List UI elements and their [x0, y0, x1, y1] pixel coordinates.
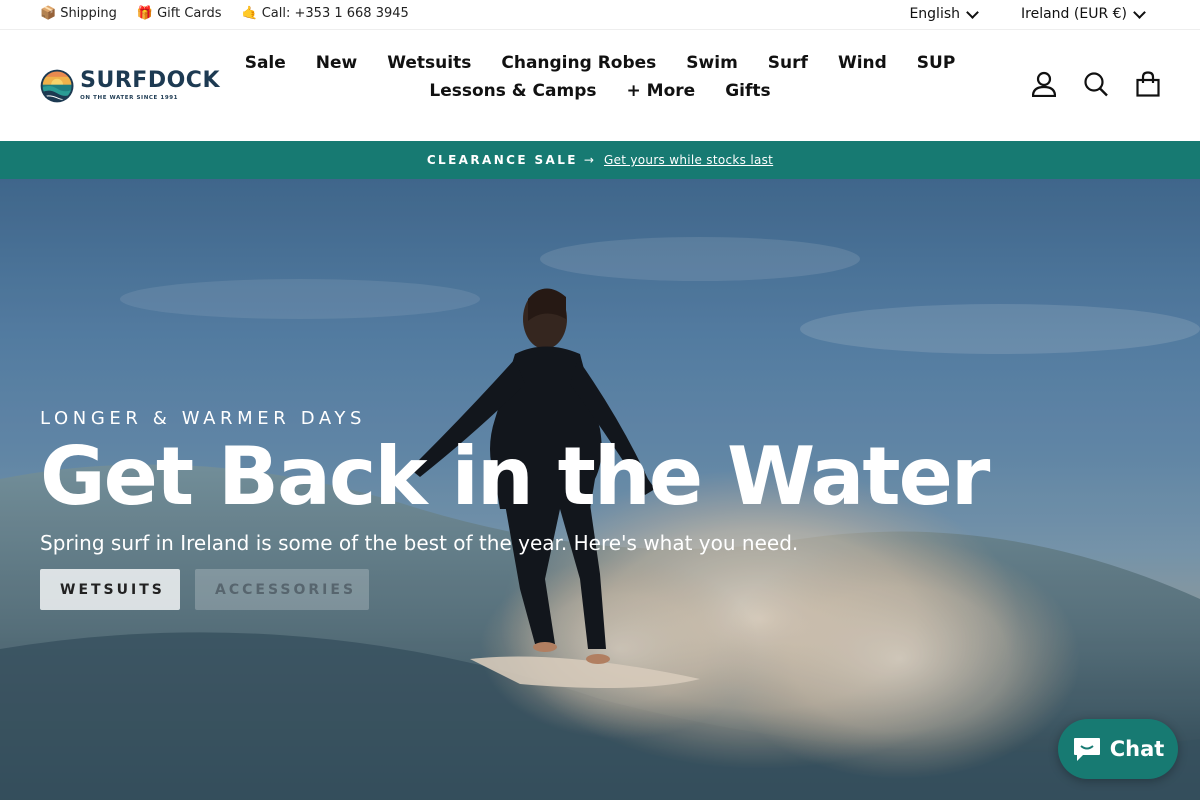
- nav-item-wind[interactable]: Wind: [838, 53, 887, 73]
- hero-title: Get Back in the Water: [40, 430, 990, 523]
- arrow-right-icon: →: [583, 153, 594, 167]
- language-value: English: [909, 6, 961, 22]
- shipping-label: Shipping: [60, 6, 117, 21]
- logo-tagline: ON THE WATER SINCE 1991: [80, 95, 179, 102]
- main-navigation: Sale New Wetsuits Changing Robes Swim Su…: [245, 53, 956, 101]
- language-selector[interactable]: English: [909, 5, 979, 22]
- nav-item-swim[interactable]: Swim: [686, 53, 738, 73]
- shipping-link[interactable]: 📦 Shipping: [40, 6, 117, 21]
- nav-item-wetsuits[interactable]: Wetsuits: [387, 53, 471, 73]
- hero-banner: LONGER & WARMER DAYS Get Back in the Wat…: [0, 179, 1200, 800]
- search-icon[interactable]: [1084, 71, 1108, 97]
- cart-icon[interactable]: [1136, 71, 1160, 97]
- chat-label: Chat: [1109, 737, 1165, 761]
- announcement-link[interactable]: Get yours while stocks last: [604, 153, 773, 167]
- hero-content: LONGER & WARMER DAYS Get Back in the Wat…: [40, 408, 990, 610]
- accessories-button[interactable]: ACCESSORIES: [195, 569, 369, 610]
- package-icon: 📦: [40, 6, 57, 21]
- chat-bubble-icon: [1073, 738, 1100, 761]
- locale-selectors: English Ireland (EUR €): [909, 5, 1146, 22]
- surfdock-logo[interactable]: SURFDOCK ON THE WATER SINCE 1991: [40, 60, 220, 112]
- chevron-down-icon: [1133, 5, 1146, 19]
- announcement-label: CLEARANCE SALE: [426, 153, 578, 167]
- chat-button[interactable]: Chat: [1058, 719, 1178, 779]
- logo-wordmark: SURFDOCK ON THE WATER SINCE 1991: [80, 70, 220, 102]
- header-icons: [1032, 71, 1160, 97]
- currency-selector[interactable]: Ireland (EUR €): [1021, 5, 1146, 22]
- announcement-bar: CLEARANCE SALE → Get yours while stocks …: [0, 141, 1200, 179]
- nav-item-changing-robes[interactable]: Changing Robes: [501, 53, 656, 73]
- gift-icon: 🎁: [136, 6, 154, 21]
- currency-value: Ireland (EUR €): [1021, 6, 1127, 22]
- site-header: SURFDOCK ON THE WATER SINCE 1991 Sale Ne…: [0, 31, 1200, 141]
- call-link[interactable]: 🤙 Call: +353 1 668 3945: [242, 6, 409, 21]
- logo-name: SURFDOCK: [80, 68, 220, 94]
- nav-item-surf[interactable]: Surf: [768, 53, 808, 73]
- nav-item-sale[interactable]: Sale: [245, 53, 286, 73]
- nav-row-2: Lessons & Camps + More Gifts: [429, 81, 770, 101]
- call-label: Call: +353 1 668 3945: [261, 6, 409, 21]
- chevron-down-icon: [966, 5, 979, 19]
- gift-cards-link[interactable]: 🎁 Gift Cards: [137, 6, 222, 21]
- nav-item-more[interactable]: + More: [627, 81, 696, 101]
- wetsuits-button[interactable]: WETSUITS: [40, 569, 180, 610]
- nav-item-gifts[interactable]: Gifts: [725, 81, 770, 101]
- nav-row-1: Sale New Wetsuits Changing Robes Swim Su…: [245, 53, 956, 73]
- gift-cards-label: Gift Cards: [157, 6, 222, 21]
- utility-links: 📦 Shipping 🎁 Gift Cards 🤙 Call: +353 1 6…: [40, 6, 409, 21]
- nav-item-lessons-camps[interactable]: Lessons & Camps: [429, 81, 596, 101]
- hero-subtitle: Spring surf in Ireland is some of the be…: [40, 531, 799, 555]
- phone-hand-icon: 🤙: [241, 6, 258, 21]
- hero-eyebrow: LONGER & WARMER DAYS: [40, 408, 366, 429]
- logo-mark-icon: [40, 69, 74, 103]
- account-icon[interactable]: [1032, 71, 1056, 97]
- hero-buttons: WETSUITS ACCESSORIES: [40, 569, 988, 610]
- nav-item-sup[interactable]: SUP: [917, 53, 956, 73]
- utility-bar: 📦 Shipping 🎁 Gift Cards 🤙 Call: +353 1 6…: [0, 0, 1200, 30]
- nav-item-new[interactable]: New: [316, 53, 357, 73]
